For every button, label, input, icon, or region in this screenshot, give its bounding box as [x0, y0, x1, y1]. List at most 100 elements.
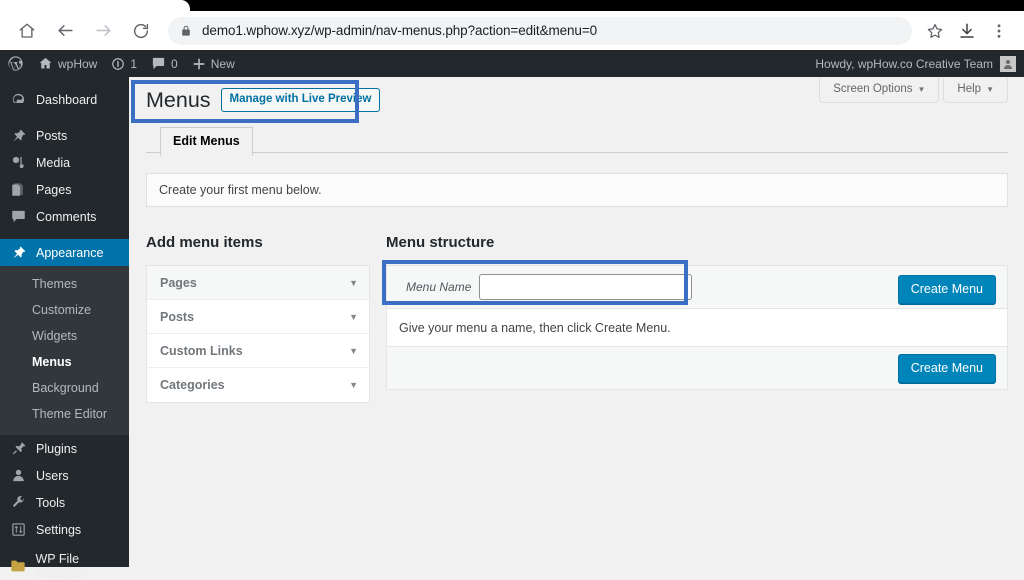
folder-icon: [10, 558, 27, 574]
sidebar-item-label: Users: [36, 468, 69, 483]
browser-toolbar: demo1.wphow.xyz/wp-admin/nav-menus.php?a…: [0, 11, 1024, 50]
chevron-down-icon: ▼: [986, 85, 994, 94]
help-button[interactable]: Help ▼: [943, 78, 1008, 103]
sidebar-item-media[interactable]: Media: [0, 149, 129, 176]
sidebar-subitem-background[interactable]: Background: [0, 375, 129, 401]
menu-help-text: Give your menu a name, then click Create…: [399, 320, 671, 335]
sidebar-item-label: Settings: [36, 522, 82, 537]
address-bar[interactable]: demo1.wphow.xyz/wp-admin/nav-menus.php?a…: [168, 16, 912, 45]
accordion-panel-categories[interactable]: Categories ▼: [147, 368, 369, 402]
screen-meta-links: Screen Options ▼ Help ▼: [819, 78, 1008, 103]
avatar[interactable]: [1000, 55, 1016, 72]
sidebar-item-plugins[interactable]: Plugins: [0, 435, 129, 462]
notice-create-first-menu: Create your first menu below.: [146, 173, 1008, 207]
browser-tab-strip: [0, 0, 1024, 11]
updates-link[interactable]: 1: [104, 50, 144, 77]
accordion-label: Categories: [160, 378, 225, 392]
three-dots-menu-icon[interactable]: [984, 16, 1014, 46]
page-title: Menus: [146, 88, 211, 112]
user-icon: [10, 468, 27, 483]
pages-icon: [10, 182, 27, 197]
menu-name-row: Menu Name Create Menu: [387, 266, 1007, 309]
sidebar-subitem-customize[interactable]: Customize: [0, 297, 129, 323]
browser-tab[interactable]: [155, 0, 190, 11]
sidebar-item-pages[interactable]: Pages: [0, 176, 129, 203]
comments-count: 0: [171, 56, 178, 71]
sidebar-item-comments[interactable]: Comments: [0, 203, 129, 230]
sidebar-item-label: Pages: [36, 182, 72, 197]
tab-edit-menus[interactable]: Edit Menus: [160, 127, 253, 156]
notice-text: Create your first menu below.: [159, 183, 322, 197]
accordion-label: Posts: [160, 309, 195, 324]
appearance-brush-icon: [10, 245, 27, 260]
sidebar-item-label: Plugins: [36, 441, 77, 456]
back-arrow-icon[interactable]: [48, 14, 82, 48]
comment-icon: [10, 209, 27, 224]
sidebar-item-label: Media: [36, 155, 71, 170]
sidebar-item-label: Comments: [36, 209, 97, 224]
sidebar-item-appearance[interactable]: Appearance: [0, 239, 129, 266]
menu-name-input[interactable]: [479, 274, 693, 300]
accordion-panel-custom-links[interactable]: Custom Links ▼: [147, 334, 369, 368]
sidebar-item-posts[interactable]: Posts: [0, 122, 129, 149]
menu-footer-row: Create Menu: [387, 346, 1007, 389]
manage-with-live-preview-button[interactable]: Manage with Live Preview: [220, 88, 381, 112]
browser-chrome: demo1.wphow.xyz/wp-admin/nav-menus.php?a…: [0, 0, 1024, 50]
lock-icon: [180, 24, 192, 38]
home-icon[interactable]: [10, 14, 44, 48]
admin-sidebar: Dashboard Posts Media Pages Comments App…: [0, 77, 129, 580]
accordion-panel-pages[interactable]: Pages ▼: [147, 266, 369, 300]
star-icon[interactable]: [920, 16, 950, 46]
sidebar-item-label: Posts: [36, 128, 68, 143]
chevron-down-icon: ▼: [349, 345, 358, 356]
wrench-icon: [10, 495, 27, 510]
sidebar-subitem-theme-editor[interactable]: Theme Editor: [0, 401, 129, 427]
admin-bar-right: Howdy, wpHow.co Creative Team: [815, 55, 1024, 72]
new-content-link[interactable]: New: [185, 50, 242, 77]
reload-icon[interactable]: [124, 14, 158, 48]
settings-sliders-icon: [10, 522, 27, 537]
home-icon: [38, 56, 53, 71]
appearance-submenu: Themes Customize Widgets Menus Backgroun…: [0, 266, 129, 435]
download-icon[interactable]: [952, 16, 982, 46]
create-menu-button-top[interactable]: Create Menu: [897, 275, 996, 304]
site-name-label: wpHow: [58, 56, 98, 71]
sidebar-item-wp-file-manager[interactable]: WP File Manager: [0, 552, 129, 580]
menu-help-row: Give your menu a name, then click Create…: [387, 309, 1007, 346]
nav-tab-wrapper: Edit Menus: [146, 126, 1008, 156]
wp-admin-bar: wpHow 1 0 New Howdy, wpHow.co Creative T…: [0, 50, 1024, 77]
sidebar-subitem-menus[interactable]: Menus: [0, 349, 129, 375]
sidebar-item-settings[interactable]: Settings: [0, 516, 129, 543]
help-label: Help: [957, 83, 982, 95]
sidebar-subitem-widgets[interactable]: Widgets: [0, 323, 129, 349]
menu-structure-heading: Menu structure: [386, 234, 495, 251]
accordion-panel-posts[interactable]: Posts ▼: [147, 300, 369, 334]
sidebar-item-tools[interactable]: Tools: [0, 489, 129, 516]
sidebar-item-label: Tools: [36, 495, 66, 510]
sidebar-item-users[interactable]: Users: [0, 462, 129, 489]
page-title-row: Menus Manage with Live Preview: [146, 86, 381, 114]
site-name-link[interactable]: wpHow: [31, 50, 104, 77]
media-icon: [10, 155, 27, 170]
chevron-down-icon: ▼: [349, 277, 358, 288]
wordpress-logo-icon[interactable]: [0, 50, 31, 77]
sidebar-spacer-top: [0, 77, 129, 86]
sidebar-item-dashboard[interactable]: Dashboard: [0, 86, 129, 113]
forward-arrow-icon[interactable]: [86, 14, 120, 48]
menu-structure-box: Menu Name Create Menu Give your menu a n…: [386, 265, 1008, 390]
screen-options-button[interactable]: Screen Options ▼: [819, 78, 940, 103]
accordion-label: Pages: [160, 275, 197, 290]
pin-icon: [10, 128, 27, 143]
howdy-greeting[interactable]: Howdy, wpHow.co Creative Team: [815, 57, 993, 71]
chevron-down-icon: ▼: [349, 311, 358, 322]
create-menu-button-bottom[interactable]: Create Menu: [897, 353, 996, 383]
new-label: New: [210, 56, 235, 71]
menu-name-label: Menu Name: [406, 280, 472, 294]
comments-link[interactable]: 0: [144, 50, 185, 77]
sidebar-item-label: Appearance: [36, 245, 104, 260]
tab-strip-background: [179, 0, 1024, 11]
sidebar-subitem-themes[interactable]: Themes: [0, 271, 129, 297]
updates-icon: [111, 57, 125, 71]
